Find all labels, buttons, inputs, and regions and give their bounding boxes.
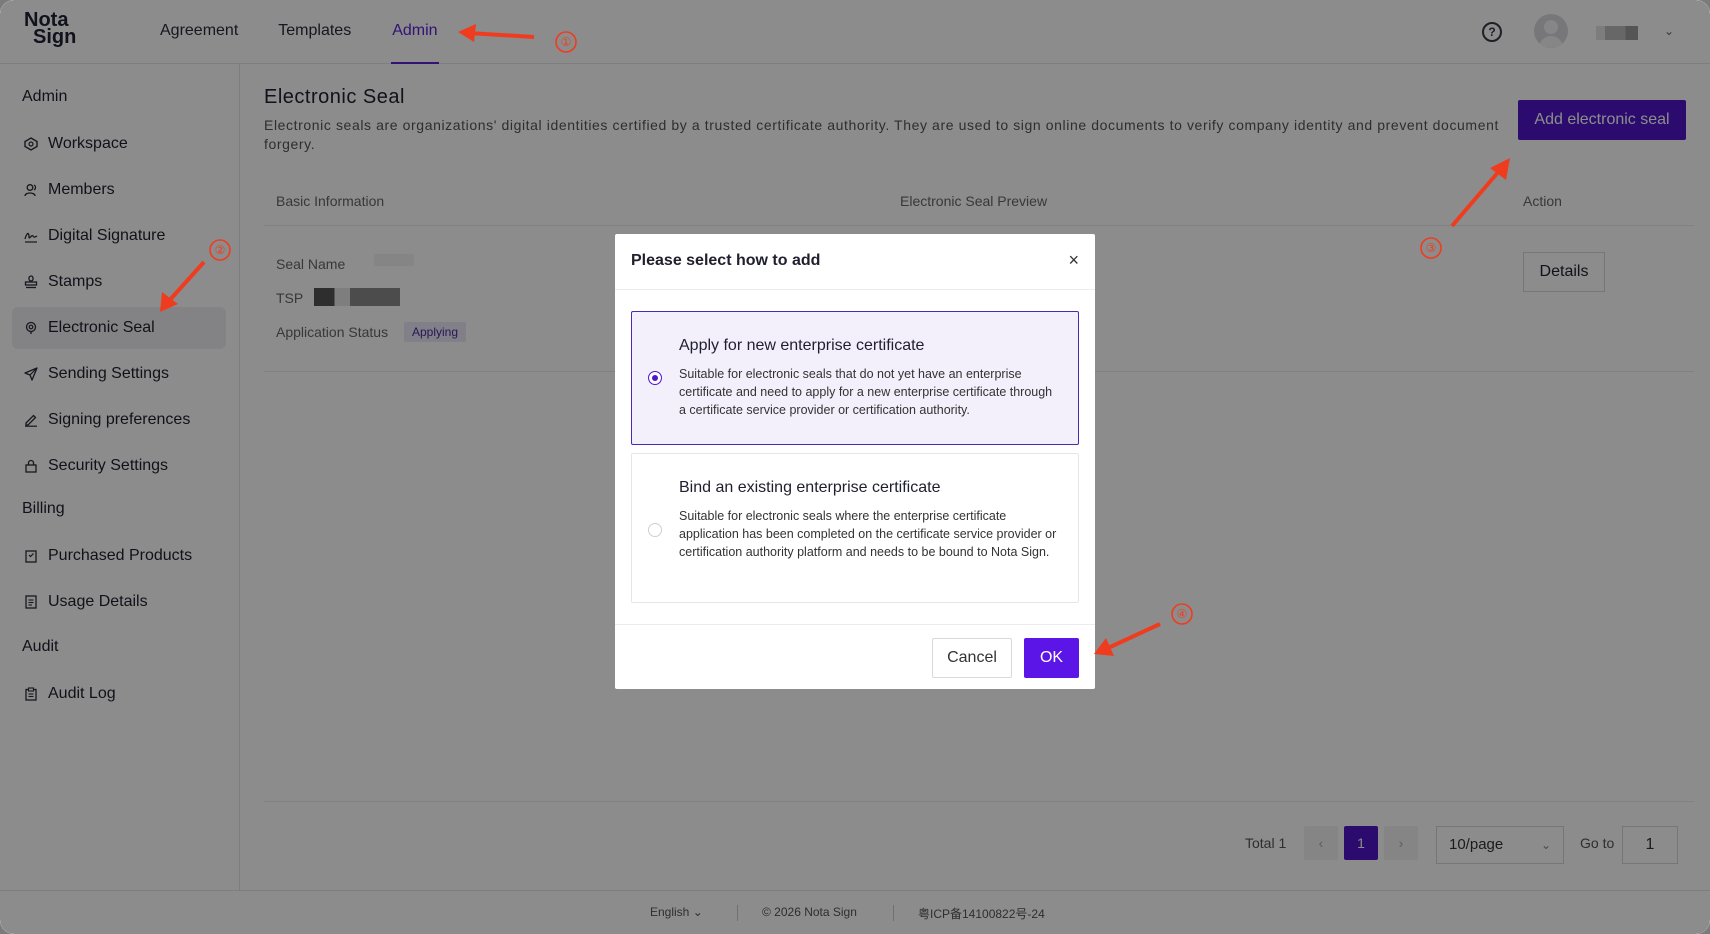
option-apply-new-certificate[interactable]: Apply for new enterprise certificate Sui…: [631, 311, 1079, 445]
option-description: Suitable for electronic seals where the …: [679, 509, 1057, 559]
ok-button[interactable]: OK: [1024, 638, 1079, 678]
radio-button-selected[interactable]: [648, 371, 662, 385]
add-method-dialog: Please select how to add × Apply for new…: [615, 234, 1095, 689]
close-icon[interactable]: ×: [1068, 250, 1079, 271]
dialog-footer-divider: [615, 624, 1095, 625]
option-bind-existing-certificate[interactable]: Bind an existing enterprise certificate …: [631, 453, 1079, 603]
dialog-title: Please select how to add: [631, 252, 821, 269]
app-window: Nota Sign Agreement Templates Admin ? ⌄ …: [0, 0, 1710, 934]
option-title: Apply for new enterprise certificate: [679, 337, 925, 354]
option-title: Bind an existing enterprise certificate: [679, 479, 941, 496]
option-description: Suitable for electronic seals that do no…: [679, 367, 1053, 417]
cancel-button[interactable]: Cancel: [932, 638, 1012, 678]
radio-button[interactable]: [648, 523, 662, 537]
dialog-header-divider: [615, 289, 1095, 290]
